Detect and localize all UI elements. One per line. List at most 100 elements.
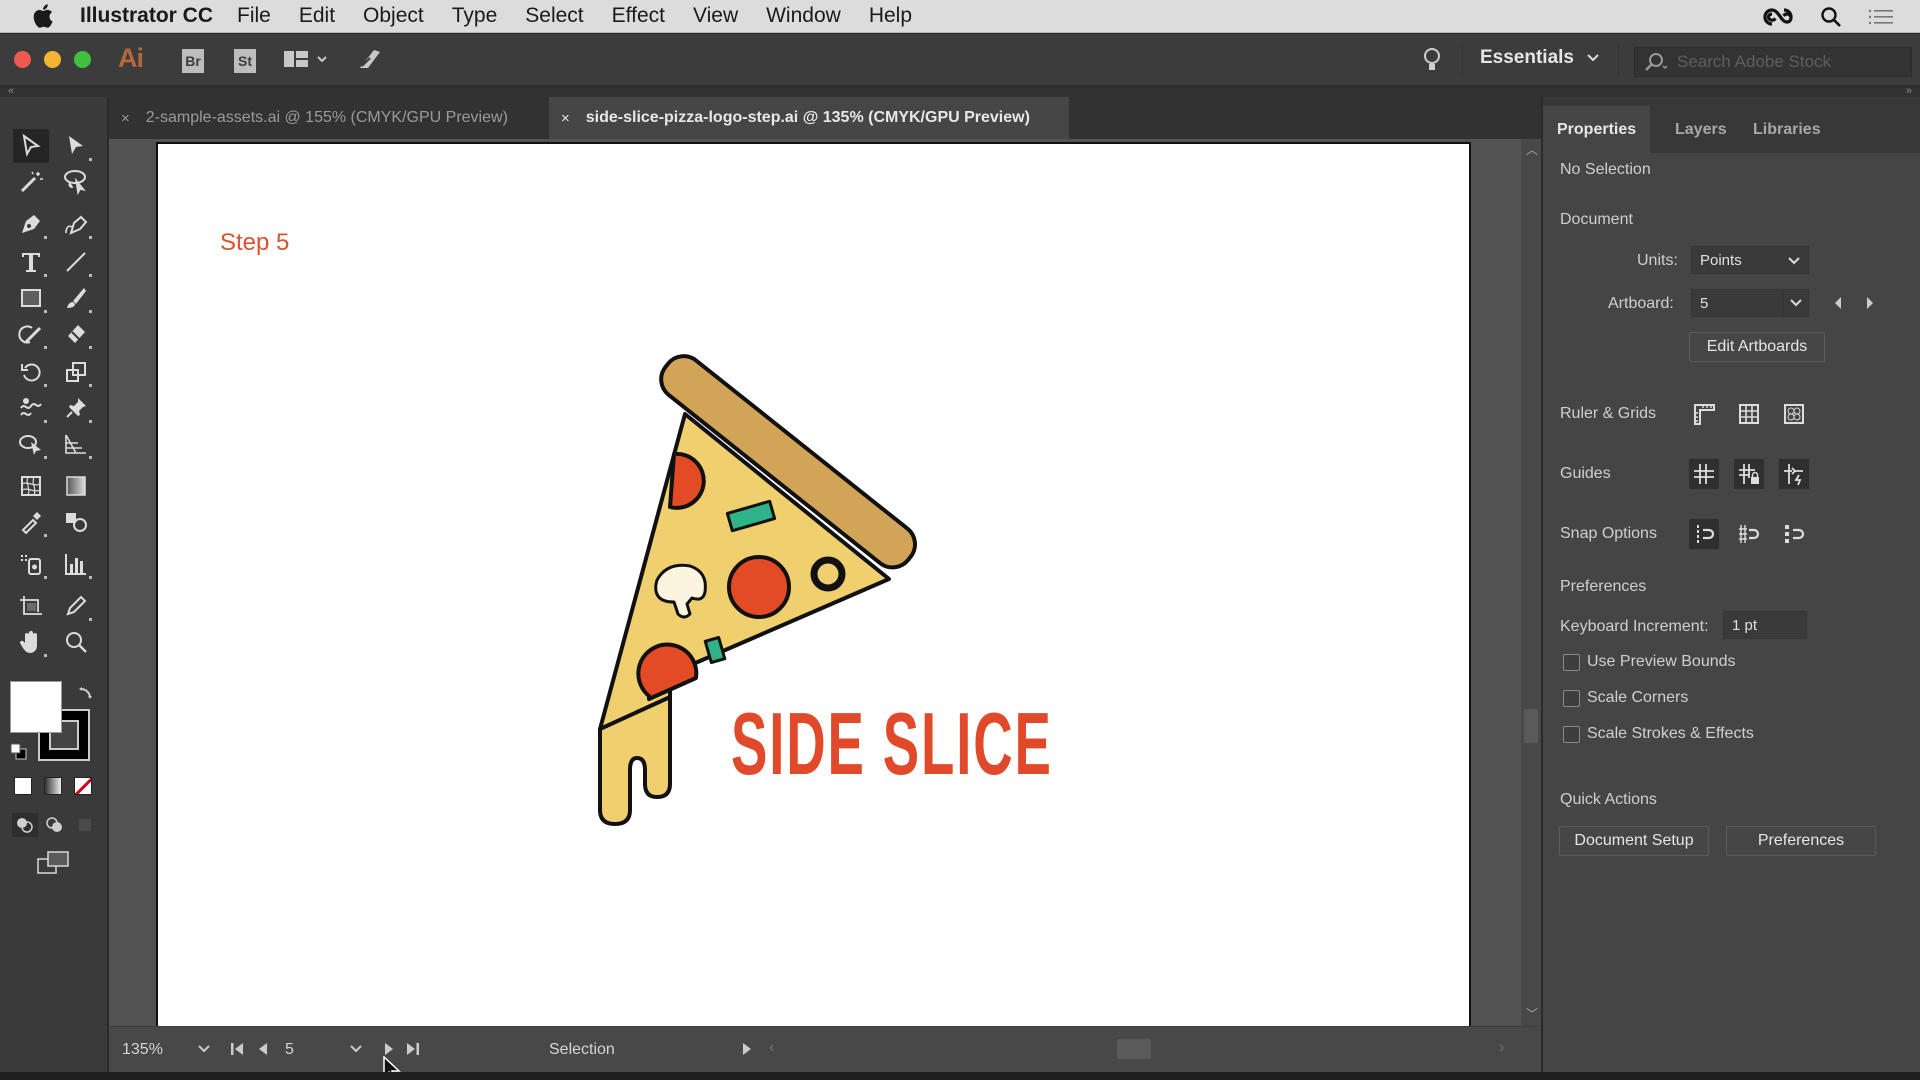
- rectangle-tool[interactable]: [13, 281, 49, 315]
- next-artboard-icon[interactable]: [1865, 296, 1875, 310]
- perspective-grid-tool[interactable]: [58, 427, 94, 461]
- artboard-dropdown-button[interactable]: [1783, 289, 1809, 317]
- apple-icon[interactable]: [28, 4, 58, 28]
- show-rulers-button[interactable]: [1689, 399, 1719, 429]
- scroll-right-icon[interactable]: ›: [1499, 1039, 1504, 1057]
- menu-help[interactable]: Help: [869, 4, 912, 28]
- close-tab-icon[interactable]: ×: [561, 110, 570, 127]
- gpu-performance-icon[interactable]: [356, 46, 384, 77]
- zoom-level-field[interactable]: 135%: [122, 1041, 163, 1059]
- pizza-logo-artwork[interactable]: [158, 144, 1473, 1039]
- hand-tool[interactable]: [13, 625, 49, 659]
- tab-layers[interactable]: Layers: [1661, 106, 1741, 153]
- zoom-window-button[interactable]: [74, 51, 91, 68]
- last-artboard-icon[interactable]: [405, 1042, 421, 1056]
- close-window-button[interactable]: [14, 51, 31, 68]
- zoom-tool[interactable]: [58, 625, 94, 659]
- gradient-mode-button[interactable]: [44, 777, 62, 795]
- artboard-dropdown-chevron-icon[interactable]: [349, 1044, 363, 1054]
- close-tab-icon[interactable]: ×: [121, 110, 130, 127]
- show-guides-button[interactable]: [1689, 459, 1719, 489]
- creative-cloud-icon[interactable]: [1762, 6, 1794, 28]
- previous-artboard-icon[interactable]: [257, 1042, 269, 1056]
- previous-artboard-icon[interactable]: [1833, 296, 1843, 310]
- pencil-tool[interactable]: [58, 589, 94, 623]
- smart-guides-button[interactable]: [1779, 459, 1809, 489]
- warp-tool[interactable]: [13, 391, 49, 425]
- keyboard-increment-field[interactable]: 1 pt: [1723, 611, 1807, 639]
- vertical-scrollbar[interactable]: ︿ ﹀: [1521, 139, 1541, 1026]
- menu-edit[interactable]: Edit: [299, 4, 335, 28]
- spotlight-search-icon[interactable]: [1820, 6, 1842, 28]
- preferences-button[interactable]: Preferences: [1726, 826, 1876, 856]
- canvas[interactable]: Step 5 SIDE SLICE: [109, 139, 1521, 1037]
- draw-normal-button[interactable]: [12, 813, 38, 837]
- default-fill-stroke-icon[interactable]: [10, 743, 28, 766]
- units-dropdown[interactable]: Points: [1691, 246, 1809, 274]
- menu-effect[interactable]: Effect: [612, 4, 665, 28]
- swap-fill-stroke-icon[interactable]: [78, 685, 94, 706]
- shaper-tool[interactable]: [13, 317, 49, 351]
- scale-tool[interactable]: [58, 355, 94, 389]
- menu-file[interactable]: File: [237, 4, 271, 28]
- artboard-field[interactable]: 5: [1691, 289, 1783, 317]
- app-name-menu[interactable]: Illustrator CC: [80, 4, 213, 28]
- learn-lightbulb-icon[interactable]: [1422, 46, 1442, 79]
- workspace-switcher[interactable]: Essentials: [1480, 47, 1600, 69]
- scale-corners-checkbox[interactable]: [1563, 690, 1580, 707]
- gradient-tool[interactable]: [58, 469, 94, 503]
- collapse-toolbar-icon[interactable]: «: [8, 85, 14, 97]
- symbol-sprayer-tool[interactable]: [13, 547, 49, 581]
- lasso-tool[interactable]: [58, 165, 94, 199]
- scroll-up-icon[interactable]: ︿: [1526, 141, 1538, 158]
- arrange-documents-icon[interactable]: [284, 50, 328, 75]
- line-segment-tool[interactable]: [58, 245, 94, 279]
- first-artboard-icon[interactable]: [229, 1042, 245, 1056]
- scroll-down-icon[interactable]: ﹀: [1526, 1005, 1538, 1022]
- minimize-window-button[interactable]: [44, 51, 61, 68]
- lock-guides-button[interactable]: [1734, 459, 1764, 489]
- vertical-scroll-thumb[interactable]: [1524, 709, 1538, 743]
- eraser-tool[interactable]: [58, 317, 94, 351]
- document-tab-sample-assets[interactable]: × 2-sample-assets.ai @ 155% (CMYK/GPU Pr…: [109, 97, 549, 139]
- next-artboard-icon[interactable]: [383, 1042, 395, 1056]
- tab-properties[interactable]: Properties: [1543, 106, 1651, 153]
- none-mode-button[interactable]: [74, 777, 92, 795]
- magic-wand-tool[interactable]: [13, 165, 49, 199]
- change-screen-mode-button[interactable]: [36, 849, 72, 882]
- scroll-left-icon[interactable]: ‹: [769, 1039, 774, 1057]
- menu-type[interactable]: Type: [452, 4, 498, 28]
- direct-selection-tool[interactable]: [58, 129, 94, 163]
- document-tab-side-slice[interactable]: × side-slice-pizza-logo-step.ai @ 135% (…: [549, 97, 1069, 139]
- show-transparency-grid-button[interactable]: [1779, 399, 1809, 429]
- collapse-panels-icon[interactable]: »: [1906, 85, 1912, 97]
- zoom-dropdown-chevron-icon[interactable]: [197, 1044, 211, 1054]
- column-graph-tool[interactable]: [58, 547, 94, 581]
- artboard-number-field[interactable]: 5: [285, 1041, 294, 1059]
- edit-artboards-button[interactable]: Edit Artboards: [1689, 332, 1825, 362]
- horizontal-scroll-thumb[interactable]: [1117, 1039, 1151, 1059]
- color-mode-button[interactable]: [14, 777, 32, 795]
- selection-tool[interactable]: [13, 129, 49, 163]
- mesh-tool[interactable]: [13, 469, 49, 503]
- scale-strokes-effects-checkbox[interactable]: [1563, 726, 1580, 743]
- stock-button[interactable]: St: [234, 49, 256, 73]
- status-menu-arrow-icon[interactable]: [741, 1042, 753, 1056]
- fill-color-swatch[interactable]: [10, 681, 62, 733]
- eyedropper-tool[interactable]: [13, 505, 49, 539]
- blend-tool[interactable]: [58, 505, 94, 539]
- artboard[interactable]: Step 5 SIDE SLICE: [156, 142, 1471, 1037]
- curvature-tool[interactable]: [58, 207, 94, 241]
- pen-tool[interactable]: [13, 207, 49, 241]
- tab-libraries[interactable]: Libraries: [1739, 106, 1835, 153]
- menu-select[interactable]: Select: [525, 4, 583, 28]
- snap-to-grid-button[interactable]: [1734, 519, 1764, 549]
- rotate-tool[interactable]: [13, 355, 49, 389]
- artboard-tool[interactable]: [13, 589, 49, 623]
- type-tool[interactable]: [13, 245, 49, 279]
- show-grid-button[interactable]: [1734, 399, 1764, 429]
- menu-view[interactable]: View: [693, 4, 738, 28]
- draw-behind-button[interactable]: [42, 813, 68, 837]
- puppet-warp-tool[interactable]: [58, 391, 94, 425]
- document-setup-button[interactable]: Document Setup: [1559, 826, 1709, 856]
